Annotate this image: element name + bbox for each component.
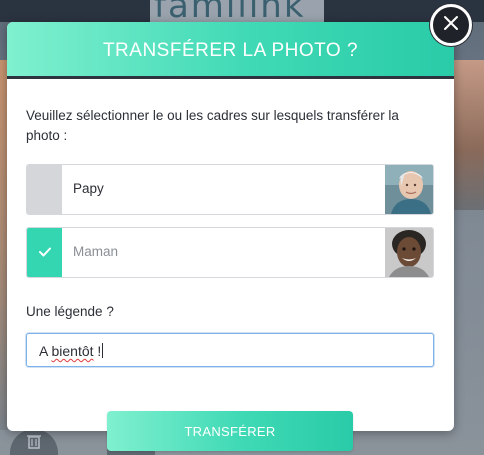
frame-checkbox-papy[interactable] <box>27 165 62 214</box>
caption-value-misspelled-word: bientôt <box>51 343 94 359</box>
background-delete-button <box>10 429 58 455</box>
checkmark-icon <box>38 244 51 262</box>
frame-name-papy: Papy <box>73 181 104 196</box>
transfer-photo-dialog: TRANSFÉRER LA PHOTO ? Veuillez sélection… <box>7 22 454 451</box>
caption-input[interactable]: A bientôt ! <box>26 333 434 367</box>
caption-value-prefix: A <box>39 343 52 359</box>
close-x-icon <box>443 15 459 36</box>
frame-avatar-maman <box>385 228 433 277</box>
caption-value-suffix: ! <box>93 343 102 359</box>
frame-option-maman[interactable]: Maman <box>26 227 434 278</box>
close-button[interactable] <box>430 4 472 46</box>
text-caret <box>102 343 104 358</box>
caption-label: Une légende ? <box>26 304 114 319</box>
frame-avatar-papy <box>385 165 433 214</box>
instruction-text: Veuillez sélectionner le ou les cadres s… <box>26 108 399 143</box>
background-photo-right <box>454 60 484 210</box>
dialog-header: TRANSFÉRER LA PHOTO ? <box>7 22 454 79</box>
frame-checkbox-maman[interactable] <box>27 228 62 277</box>
dialog-title: TRANSFÉRER LA PHOTO ? <box>102 39 359 61</box>
frame-name-maman: Maman <box>73 244 119 259</box>
transfer-button[interactable]: TRANSFÉRER <box>107 411 353 451</box>
trash-icon <box>26 433 42 452</box>
caption-value: A bientôt ! <box>39 343 104 359</box>
frame-option-papy[interactable]: Papy <box>26 164 434 215</box>
